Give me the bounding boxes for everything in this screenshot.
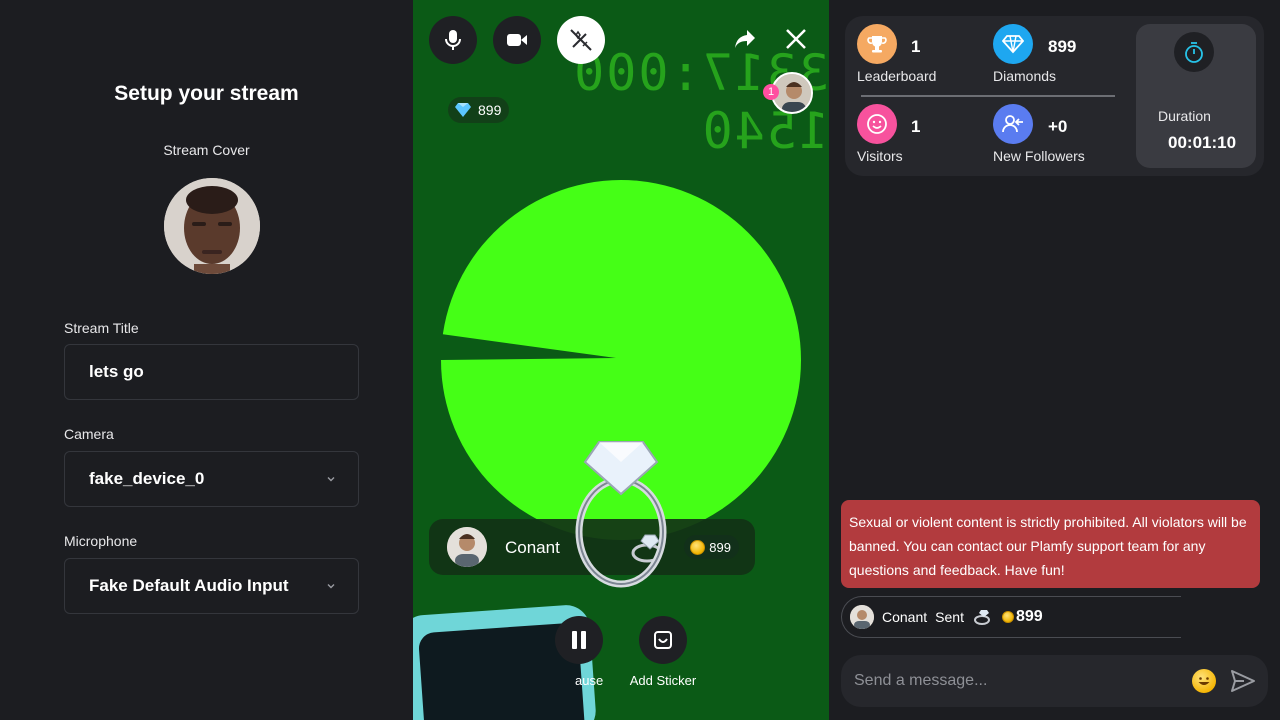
message-composer — [841, 655, 1268, 707]
diamond-icon — [455, 103, 471, 117]
setup-title: Setup your stream — [114, 82, 299, 105]
ring-gift-icon — [973, 610, 990, 625]
chat-gift-amount-value: 899 — [1015, 608, 1043, 625]
visitors-value: 1 — [911, 117, 921, 136]
stream-title-field[interactable] — [64, 344, 359, 400]
chat-gift-message: Conant Sent 899 — [841, 596, 1181, 638]
diamond-icon — [993, 24, 1033, 64]
diamonds-label: Diamonds — [993, 68, 1057, 84]
setup-panel: Setup your stream Stream Cover Stream Ti… — [0, 0, 413, 720]
gift-sender-name: Conant — [505, 538, 560, 557]
new-follower-icon — [993, 104, 1033, 144]
chat-username: Conant — [882, 609, 928, 625]
diamond-count-pill: 899 — [448, 97, 510, 123]
camera-select-value: fake_device_0 — [89, 469, 205, 488]
stream-cover-label: Stream Cover — [163, 142, 250, 158]
magic-off-icon — [570, 29, 592, 51]
chat-action: Sent — [935, 609, 964, 625]
chevron-down-icon — [327, 584, 335, 589]
chat-user-avatar — [850, 605, 874, 629]
coin-icon — [1001, 611, 1014, 623]
add-sticker-button[interactable] — [639, 616, 687, 664]
sticker-icon — [654, 631, 672, 649]
chat-gift-amount: 899 — [1001, 608, 1043, 626]
pause-button[interactable] — [555, 616, 603, 664]
stats-divider — [861, 95, 1115, 97]
coin-icon — [690, 539, 706, 555]
stream-title-label: Stream Title — [64, 320, 139, 336]
effects-toggle-button[interactable] — [557, 16, 605, 64]
duration-value: 00:01:10 — [1168, 133, 1237, 152]
followers-value: +0 — [1048, 117, 1068, 136]
microphone-icon — [445, 30, 461, 50]
diamonds-value: 899 — [1048, 37, 1077, 56]
app: Setup your stream Stream Cover Stream Ti… — [0, 0, 1280, 720]
trophy-icon — [857, 24, 897, 64]
stopwatch-icon — [1174, 32, 1214, 72]
microphone-select[interactable]: Fake Default Audio Input — [64, 558, 359, 614]
camera-toggle-button[interactable] — [493, 16, 541, 64]
gift-amount: 899 — [709, 539, 731, 555]
camera-select[interactable]: fake_device_0 — [64, 451, 359, 507]
video-camera-icon — [507, 34, 527, 46]
chevron-down-icon — [327, 477, 335, 482]
duration-card: Duration 00:01:10 — [1136, 24, 1256, 168]
video-preview: 3317:000 1540 899 1 Conant 899 ause Add … — [413, 0, 829, 720]
message-input[interactable] — [854, 672, 1184, 690]
gift-sender-avatar — [447, 527, 487, 567]
gift-amount-pill: 899 — [684, 535, 739, 559]
microphone-toggle-button[interactable] — [429, 16, 477, 64]
smiley-icon — [857, 104, 897, 144]
diamond-count: 899 — [478, 102, 502, 118]
content-warning-message: Sexual or violent content is strictly pr… — [841, 500, 1260, 588]
stream-cover-avatar[interactable] — [164, 178, 260, 274]
leaderboard-value: 1 — [911, 37, 921, 56]
visitors-label: Visitors — [857, 148, 903, 164]
stream-title-input[interactable] — [89, 362, 334, 382]
viewer-count-badge: 1 — [763, 84, 779, 100]
pause-label: ause — [575, 673, 604, 688]
microphone-label: Microphone — [64, 533, 138, 549]
send-icon[interactable] — [1230, 669, 1256, 693]
stream-stats-card: 1 Leaderboard 899 Diamonds 1 Visitors +0… — [845, 16, 1264, 176]
pie-wedge-shape — [441, 334, 616, 360]
followers-label: New Followers — [993, 148, 1085, 164]
pause-icon — [572, 631, 586, 649]
chat-panel: 1 Leaderboard 899 Diamonds 1 Visitors +0… — [829, 0, 1280, 720]
camera-label: Camera — [64, 426, 114, 442]
close-icon[interactable] — [785, 28, 807, 50]
duration-label: Duration — [1158, 108, 1211, 124]
share-icon[interactable] — [733, 28, 757, 50]
emoji-icon[interactable] — [1192, 669, 1216, 693]
add-sticker-label: Add Sticker — [629, 673, 697, 688]
ring-sticker — [575, 441, 667, 588]
microphone-select-value: Fake Default Audio Input — [89, 576, 289, 595]
leaderboard-label[interactable]: Leaderboard — [857, 68, 936, 84]
